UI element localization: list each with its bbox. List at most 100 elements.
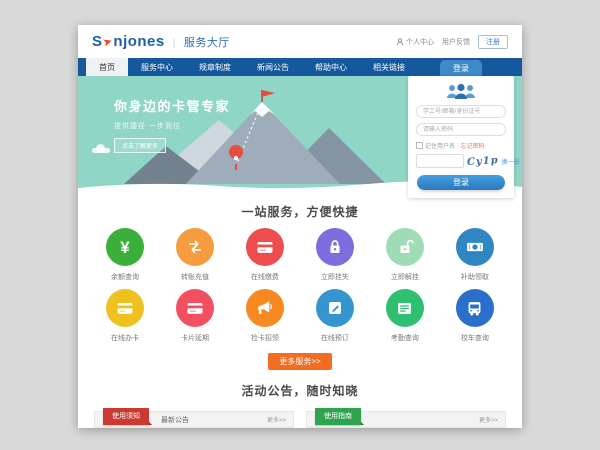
- service-label: 余额查询: [90, 272, 160, 282]
- service-item-unfreeze[interactable]: 立即解挂: [370, 228, 440, 282]
- banknote-icon: [465, 237, 485, 257]
- service-label: 在线缴费: [230, 272, 300, 282]
- header: S➤njones | 服务大厅 个人中心 用户反馈 注册: [78, 25, 522, 58]
- tab-latest-news[interactable]: 最新公告: [161, 415, 189, 425]
- service-item-transfer[interactable]: 转账充值: [160, 228, 230, 282]
- transfer-icon: [185, 237, 205, 257]
- left-more-link[interactable]: 更多>>: [267, 415, 286, 424]
- user-center-label: 个人中心: [406, 37, 434, 47]
- password-input[interactable]: [416, 123, 506, 136]
- bus-icon: [465, 299, 484, 318]
- service-label: 补助领取: [440, 272, 510, 282]
- nav-item-news[interactable]: 新闻公告: [244, 58, 302, 76]
- service-item-balance[interactable]: ¥ 余额查询: [90, 228, 160, 282]
- user-feedback-label: 用户反馈: [442, 37, 470, 47]
- login-submit-button[interactable]: 登录: [417, 175, 505, 190]
- login-form: 记住用户名 | 忘记密码 Cy1p 换一张 登录: [408, 76, 514, 198]
- service-label: 在线办卡: [90, 333, 160, 343]
- service-label: 捡卡招领: [230, 333, 300, 343]
- service-circle: [106, 289, 144, 327]
- service-circle: [316, 289, 354, 327]
- service-circle: [176, 289, 214, 327]
- remember-checkbox[interactable]: [416, 142, 423, 149]
- tab-usage-notice[interactable]: 使用须知: [103, 408, 149, 425]
- edit-icon: [326, 299, 344, 317]
- unlock-icon: [396, 238, 414, 256]
- service-label: 立即挂失: [300, 272, 370, 282]
- service-label: 校车查询: [440, 333, 510, 343]
- login-tab[interactable]: 登录: [440, 60, 482, 76]
- services-title: 一站服务，方便快捷: [78, 203, 522, 220]
- service-item-attendance[interactable]: 考勤查询: [370, 289, 440, 343]
- forgot-password-link[interactable]: 忘记密码: [461, 141, 485, 150]
- banner-title: 你身边的卡管专家: [114, 96, 230, 115]
- card-icon: [255, 237, 275, 257]
- announcements-section: 活动公告，随时知晓 使用须知 最新公告 更多>> 使用指南 更多>>: [78, 382, 522, 428]
- nav-item-help[interactable]: 帮助中心: [302, 58, 360, 76]
- service-label: 考勤查询: [370, 333, 440, 343]
- remember-row: 记住用户名 | 忘记密码: [416, 141, 506, 150]
- service-label: 转账充值: [160, 272, 230, 282]
- service-circle: [456, 289, 494, 327]
- yen-icon: ¥: [120, 239, 129, 256]
- more-services-button[interactable]: 更多服务>>: [268, 353, 331, 370]
- card-icon: [115, 298, 135, 318]
- service-item-pay[interactable]: 在线缴费: [230, 228, 300, 282]
- service-item-school-bus[interactable]: 校车查询: [440, 289, 510, 343]
- left-tab-bar: 使用须知 最新公告 更多>>: [94, 411, 294, 428]
- nav-item-rules[interactable]: 规章制度: [186, 58, 244, 76]
- page-container: S➤njones | 服务大厅 个人中心 用户反馈 注册 首页 服务中心 规章制…: [78, 25, 522, 428]
- username-input[interactable]: [416, 105, 506, 118]
- captcha-row: Cy1p 换一张: [416, 154, 506, 168]
- service-circle: ¥: [106, 228, 144, 266]
- site-title: 服务大厅: [184, 34, 230, 50]
- tab-user-guide[interactable]: 使用指南: [315, 408, 361, 425]
- logo[interactable]: S➤njones | 服务大厅: [92, 33, 230, 50]
- users-icon: [444, 83, 478, 100]
- captcha-refresh-link[interactable]: 换一张: [502, 157, 520, 166]
- register-button[interactable]: 注册: [478, 35, 508, 49]
- service-item-apply-card[interactable]: 在线办卡: [90, 289, 160, 343]
- announcements-title: 活动公告，随时知晓: [78, 382, 522, 399]
- cloud-icon: [92, 148, 110, 153]
- banner-subtitle: 提供捷径 一步到位: [114, 121, 230, 131]
- captcha-input[interactable]: [416, 154, 464, 168]
- service-item-card-renew[interactable]: 卡片延期: [160, 289, 230, 343]
- user-center-link[interactable]: 个人中心: [396, 37, 434, 47]
- captcha-image[interactable]: Cy1p: [467, 154, 499, 167]
- service-item-report-loss[interactable]: 立即挂失: [300, 228, 370, 282]
- service-label: 在线预订: [300, 333, 370, 343]
- service-item-subsidy[interactable]: 补助领取: [440, 228, 510, 282]
- remember-label: 记住用户名: [425, 141, 455, 150]
- announcements-left-column: 使用须知 最新公告 更多>>: [94, 411, 294, 428]
- service-label: 卡片延期: [160, 333, 230, 343]
- nav-item-service-center[interactable]: 服务中心: [128, 58, 186, 76]
- service-circle: [316, 228, 354, 266]
- user-feedback-link[interactable]: 用户反馈: [442, 37, 470, 47]
- service-circle: [386, 289, 424, 327]
- banner-cta-button[interactable]: 点击了解更多: [114, 138, 166, 153]
- banner-text-block: 你身边的卡管专家 提供捷径 一步到位 点击了解更多: [114, 96, 230, 153]
- login-panel: 登录 记住用户名 | 忘记密码 Cy1p 换一张 登录: [408, 60, 514, 198]
- remember-divider: |: [457, 143, 459, 149]
- services-section: 一站服务，方便快捷 ¥ 余额查询 转账充值: [78, 190, 522, 370]
- announcements-right-column: 使用指南 更多>>: [306, 411, 506, 428]
- nav-item-home[interactable]: 首页: [86, 58, 128, 76]
- service-item-reserve[interactable]: 在线预订: [300, 289, 370, 343]
- right-more-link[interactable]: 更多>>: [479, 415, 498, 424]
- service-circle: [246, 289, 284, 327]
- header-utility-bar: 个人中心 用户反馈 注册: [396, 35, 508, 49]
- service-item-lost-found[interactable]: 捡卡招领: [230, 289, 300, 343]
- right-tab-bar: 使用指南 更多>>: [306, 411, 506, 428]
- list-icon: [395, 299, 414, 318]
- megaphone-icon: [255, 299, 274, 318]
- lock-icon: [326, 238, 344, 256]
- logo-text-prefix: S: [92, 33, 103, 50]
- service-circle: [386, 228, 424, 266]
- logo-divider: |: [173, 38, 176, 49]
- logo-arrow-icon: ➤: [102, 36, 114, 49]
- person-icon: [396, 38, 404, 46]
- services-grid: ¥ 余额查询 转账充值: [78, 228, 522, 350]
- logo-text-rest: njones: [113, 33, 164, 50]
- card-icon: [185, 298, 205, 318]
